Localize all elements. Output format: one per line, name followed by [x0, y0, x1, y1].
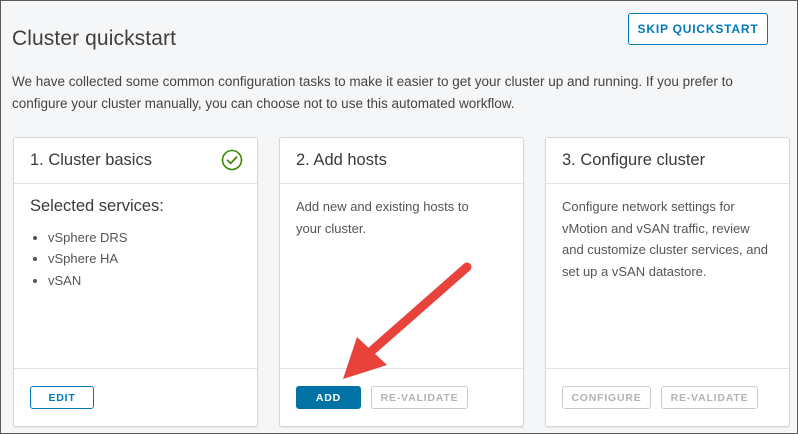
edit-button[interactable]: EDIT — [30, 386, 94, 409]
card-title: 1. Cluster basics — [30, 151, 152, 169]
card-cluster-basics: 1. Cluster basics Selected services: vSp… — [13, 137, 258, 427]
card-header: 3. Configure cluster — [546, 138, 789, 184]
quickstart-panel: Cluster quickstart SKIP QUICKSTART We ha… — [0, 0, 798, 434]
card-configure-cluster: 3. Configure cluster Configure network s… — [545, 137, 790, 427]
card-body: Selected services: vSphere DRS vSphere H… — [14, 184, 257, 303]
card-footer: ADD RE-VALIDATE — [280, 368, 523, 426]
check-circle-icon — [221, 149, 243, 171]
card-description: Configure network settings for vMotion a… — [562, 199, 768, 279]
add-button[interactable]: ADD — [296, 386, 361, 409]
card-header: 2. Add hosts — [280, 138, 523, 184]
card-footer: EDIT — [14, 368, 257, 426]
intro-text: We have collected some common configurat… — [12, 74, 733, 111]
card-title: 2. Add hosts — [296, 151, 387, 169]
card-header: 1. Cluster basics — [14, 138, 257, 184]
card-title: 3. Configure cluster — [562, 151, 706, 169]
revalidate-button[interactable]: RE-VALIDATE — [661, 386, 758, 409]
card-body: Add new and existing hosts to your clust… — [280, 184, 523, 251]
skip-quickstart-button[interactable]: SKIP QUICKSTART — [628, 13, 768, 45]
list-item: vSAN — [30, 270, 241, 292]
list-item: vSphere HA — [30, 248, 241, 270]
services-list: vSphere DRS vSphere HA vSAN — [30, 227, 241, 292]
services-title: Selected services: — [30, 197, 164, 215]
card-add-hosts: 2. Add hosts Add new and existing hosts … — [279, 137, 524, 427]
list-item: vSphere DRS — [30, 227, 241, 249]
page-title: Cluster quickstart — [12, 27, 177, 50]
card-description: Add new and existing hosts to your clust… — [296, 199, 469, 236]
card-body: Configure network settings for vMotion a… — [546, 184, 789, 294]
card-footer: CONFIGURE RE-VALIDATE — [546, 368, 789, 426]
configure-button[interactable]: CONFIGURE — [562, 386, 651, 409]
revalidate-button[interactable]: RE-VALIDATE — [371, 386, 468, 409]
